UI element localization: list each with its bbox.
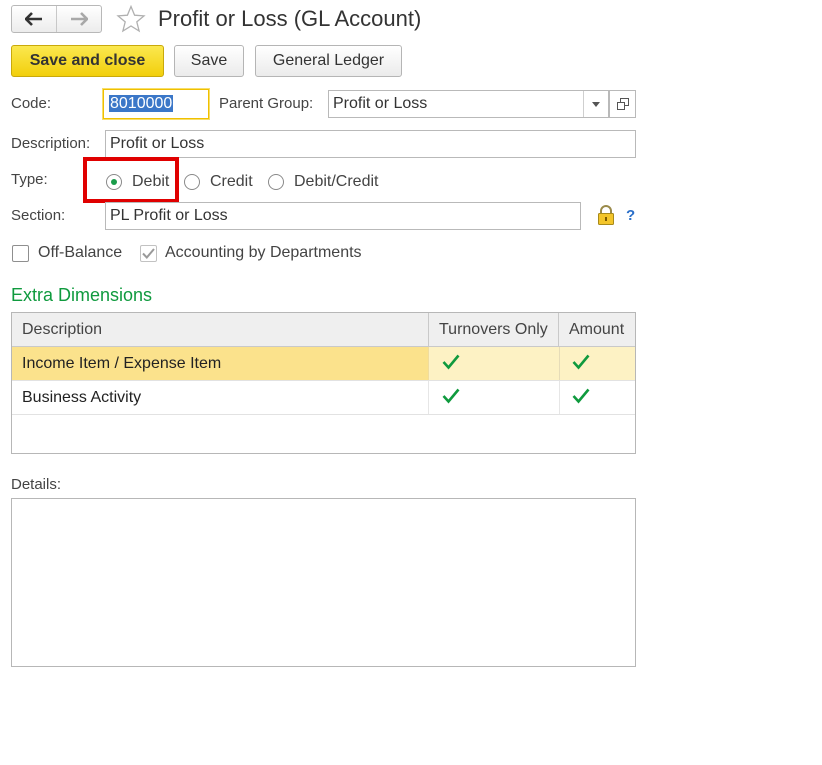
code-field[interactable]: 8010000 <box>103 89 209 119</box>
save-and-close-button[interactable]: Save and close <box>11 45 164 77</box>
favorite-star-icon[interactable] <box>116 4 146 37</box>
arrow-right-icon <box>71 12 88 26</box>
extra-dimensions-title: Extra Dimensions <box>11 285 153 305</box>
amount-cell[interactable] <box>559 347 635 380</box>
checkmark-icon <box>572 354 590 370</box>
checkmark-icon <box>442 354 460 370</box>
accounting-by-departments-label: Accounting by Departments <box>165 244 362 261</box>
table-row[interactable]: Income Item / Expense Item <box>12 347 635 381</box>
column-header-description[interactable]: Description <box>12 313 429 347</box>
code-value: 8010000 <box>109 95 174 112</box>
page-title: Profit or Loss (GL Account) <box>158 6 422 31</box>
details-textarea[interactable] <box>11 498 636 667</box>
parent-group-dropdown-button[interactable] <box>585 92 607 116</box>
parent-group-label: Parent Group: <box>219 95 314 112</box>
description-cell: Business Activity <box>12 381 429 414</box>
field-divider <box>583 91 584 117</box>
table-row[interactable]: Business Activity <box>12 381 635 415</box>
parent-group-open-button[interactable] <box>609 90 636 118</box>
description-cell: Income Item / Expense Item <box>12 347 429 380</box>
section-field[interactable]: PL Profit or Loss <box>105 202 581 230</box>
lock-icon[interactable] <box>597 205 615 229</box>
parent-group-field[interactable]: Profit or Loss <box>328 90 609 118</box>
off-balance-checkbox[interactable]: Off-Balance <box>12 243 122 263</box>
help-icon[interactable]: ? <box>626 207 635 224</box>
code-label: Code: <box>11 95 52 112</box>
checkbox-checked-disabled <box>140 244 157 262</box>
section-value: PL Profit or Loss <box>110 207 228 224</box>
chevron-down-icon <box>592 101 600 107</box>
back-button[interactable] <box>12 6 56 32</box>
type-label: Type: <box>11 171 48 188</box>
amount-cell[interactable] <box>559 381 635 414</box>
accounting-by-departments-checkbox: Accounting by Departments <box>140 243 362 263</box>
forward-button[interactable] <box>56 6 101 32</box>
off-balance-label: Off-Balance <box>38 244 123 261</box>
type-radio-credit[interactable]: Credit <box>184 172 253 192</box>
extra-dimensions-table: Description Turnovers Only Amount Income… <box>11 312 636 454</box>
radio-button <box>268 174 284 190</box>
turnovers-only-cell[interactable] <box>429 347 560 380</box>
description-field[interactable]: Profit or Loss <box>105 130 636 158</box>
parent-group-value: Profit or Loss <box>333 95 428 112</box>
history-nav <box>11 5 102 33</box>
description-label: Description: <box>11 135 91 152</box>
general-ledger-button[interactable]: General Ledger <box>255 45 402 77</box>
description-value: Profit or Loss <box>110 135 205 152</box>
section-label: Section: <box>11 207 66 224</box>
save-button[interactable]: Save <box>174 45 244 77</box>
open-window-icon <box>616 98 629 110</box>
checkmark-icon <box>142 247 155 259</box>
type-option-label: Debit/Credit <box>294 173 379 190</box>
column-header-amount[interactable]: Amount <box>559 313 635 347</box>
turnovers-only-cell[interactable] <box>429 381 560 414</box>
details-label: Details: <box>11 476 62 493</box>
arrow-left-icon <box>25 12 42 26</box>
checkmark-icon <box>442 388 460 404</box>
column-header-turnovers-only[interactable]: Turnovers Only <box>429 313 559 347</box>
checkmark-icon <box>572 388 590 404</box>
checkbox-box <box>12 244 29 262</box>
type-radio-debit-credit[interactable]: Debit/Credit <box>268 172 378 192</box>
type-option-label: Credit <box>210 173 253 190</box>
highlight-annotation <box>83 157 179 203</box>
radio-button <box>184 174 200 190</box>
